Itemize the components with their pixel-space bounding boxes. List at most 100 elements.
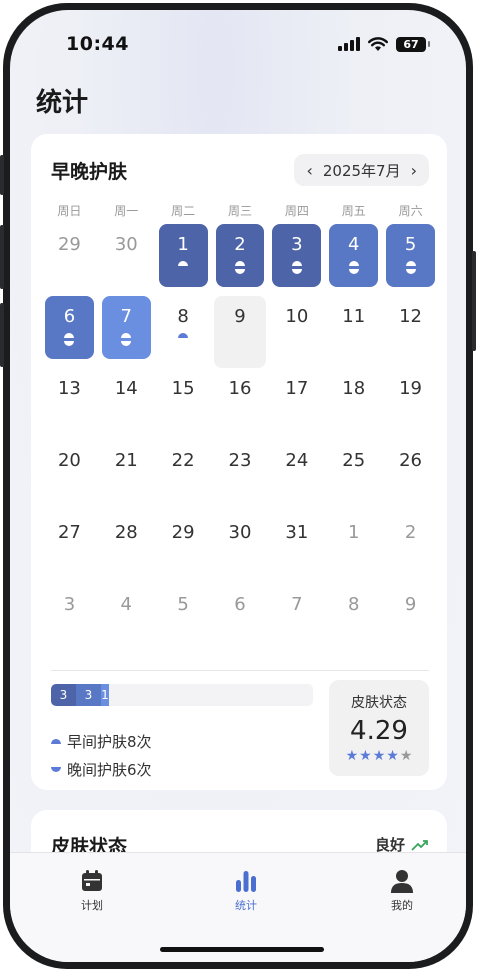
screen: 10:44 67 统计 早晚护肤 ‹ 2025年7月 › 周日 周一 周二 周三… [10,10,466,962]
calendar-day[interactable]: 2 [212,224,269,296]
tab-plan[interactable]: 计划 [52,869,132,913]
evening-icon [291,269,302,274]
calendar-day[interactable]: 1 [325,512,382,584]
month-selector: ‹ 2025年7月 › [294,154,429,186]
day-number: 14 [114,378,138,399]
calendar-day[interactable]: 21 [98,440,155,512]
star-empty-icon: ★ [399,748,413,764]
page-title: 统计 [36,88,89,118]
calendar-day[interactable]: 1 [155,224,212,296]
calendar-day[interactable]: 17 [268,368,325,440]
calendar-day[interactable]: 9 [212,296,269,368]
day-number: 8 [177,306,189,327]
day-number: 1 [177,234,189,255]
calendar-day[interactable]: 15 [155,368,212,440]
calendar-day[interactable]: 7 [268,584,325,656]
calendar-day[interactable]: 4 [98,584,155,656]
calendar-day[interactable]: 5 [382,224,439,296]
monthly-progress-bar: 331 [51,684,313,706]
calendar-day[interactable]: 8 [155,296,212,368]
tab-mine-label: 我的 [391,899,413,912]
calendar-day[interactable]: 16 [212,368,269,440]
calendar-day[interactable]: 18 [325,368,382,440]
day-number: 10 [285,306,309,327]
calendar-day[interactable]: 6 [41,296,98,368]
day-number: 18 [342,378,366,399]
calendar-day[interactable]: 30 [98,224,155,296]
battery-level: 67 [403,37,419,51]
calendar-day[interactable]: 31 [268,512,325,584]
skin-score-label: 皮肤状态 [351,695,407,711]
calendar-day[interactable]: 25 [325,440,382,512]
calendar-day[interactable]: 13 [41,368,98,440]
day-number: 6 [234,594,246,615]
calendar-day[interactable]: 6 [212,584,269,656]
routine-marks [234,261,245,274]
legend-evening-label: 晚间护肤6次 [67,760,152,779]
calendar-day[interactable]: 26 [382,440,439,512]
routine-marks [121,333,132,346]
calendar-day[interactable]: 8 [325,584,382,656]
day-number: 7 [291,594,303,615]
calendar-day[interactable]: 5 [155,584,212,656]
calendar-day[interactable]: 24 [268,440,325,512]
day-number: 28 [114,522,138,543]
routine-marks [291,261,302,274]
tab-mine[interactable]: 我的 [362,869,442,913]
calendar-day[interactable]: 28 [98,512,155,584]
day-number: 2 [404,522,417,543]
cellular-signal-icon [338,37,360,51]
calendar-day[interactable]: 9 [382,584,439,656]
calendar-day[interactable]: 22 [155,440,212,512]
day-number: 9 [234,306,246,327]
skin-score-box[interactable]: 皮肤状态 4.29 ★ ★ ★ ★ ★ [329,680,429,776]
day-number: 22 [171,450,195,471]
calendar-day[interactable]: 3 [41,584,98,656]
calendar-day[interactable]: 20 [41,440,98,512]
tab-stats[interactable]: 统计 [206,869,286,913]
calendar-header: 早晚护肤 ‹ 2025年7月 › [51,154,429,186]
routine-marks [178,261,189,266]
calendar-day[interactable]: 7 [98,296,155,368]
chevron-left-icon[interactable]: ‹ [306,161,312,180]
calendar-day[interactable]: 27 [41,512,98,584]
calendar-day[interactable]: 30 [212,512,269,584]
wifi-icon [368,36,388,51]
morning-icon [178,333,189,338]
skincare-calendar-card: 早晚护肤 ‹ 2025年7月 › 周日 周一 周二 周三 周四 周五 周六 29 30 1 2 3 4… [31,134,447,790]
calendar-day[interactable]: 3 [268,224,325,296]
volume-up-button [0,225,4,289]
weekday-label: 周三 [227,204,252,218]
divider [51,670,429,671]
legend-evening: 晚间护肤6次 [51,755,152,783]
day-number: 23 [228,450,252,471]
day-number: 3 [63,594,76,615]
calendar-day[interactable]: 10 [268,296,325,368]
day-number: 3 [291,234,303,255]
weekday-header: 周日 周一 周二 周三 周四 周五 周六 [41,202,439,219]
calendar-day[interactable]: 4 [325,224,382,296]
chevron-right-icon[interactable]: › [411,161,417,180]
evening-icon [51,766,61,772]
day-number: 21 [114,450,138,471]
calendar-day[interactable]: 29 [155,512,212,584]
day-number: 9 [404,594,417,615]
day-number: 27 [57,522,81,543]
evening-icon [121,341,132,346]
day-number: 8 [347,594,360,615]
day-number: 4 [347,234,360,255]
calendar-day[interactable]: 23 [212,440,269,512]
routine-marks [178,333,189,338]
evening-icon [234,269,245,274]
legend-morning-label: 早间护肤8次 [67,732,152,751]
status-time: 10:44 [66,33,129,55]
calendar-day[interactable]: 29 [41,224,98,296]
calendar-day[interactable]: 11 [325,296,382,368]
power-button [472,251,476,351]
morning-icon [405,261,416,266]
calendar-day[interactable]: 12 [382,296,439,368]
calendar-title: 早晚护肤 [51,160,128,183]
calendar-day[interactable]: 14 [98,368,155,440]
calendar-day[interactable]: 19 [382,368,439,440]
calendar-day[interactable]: 2 [382,512,439,584]
